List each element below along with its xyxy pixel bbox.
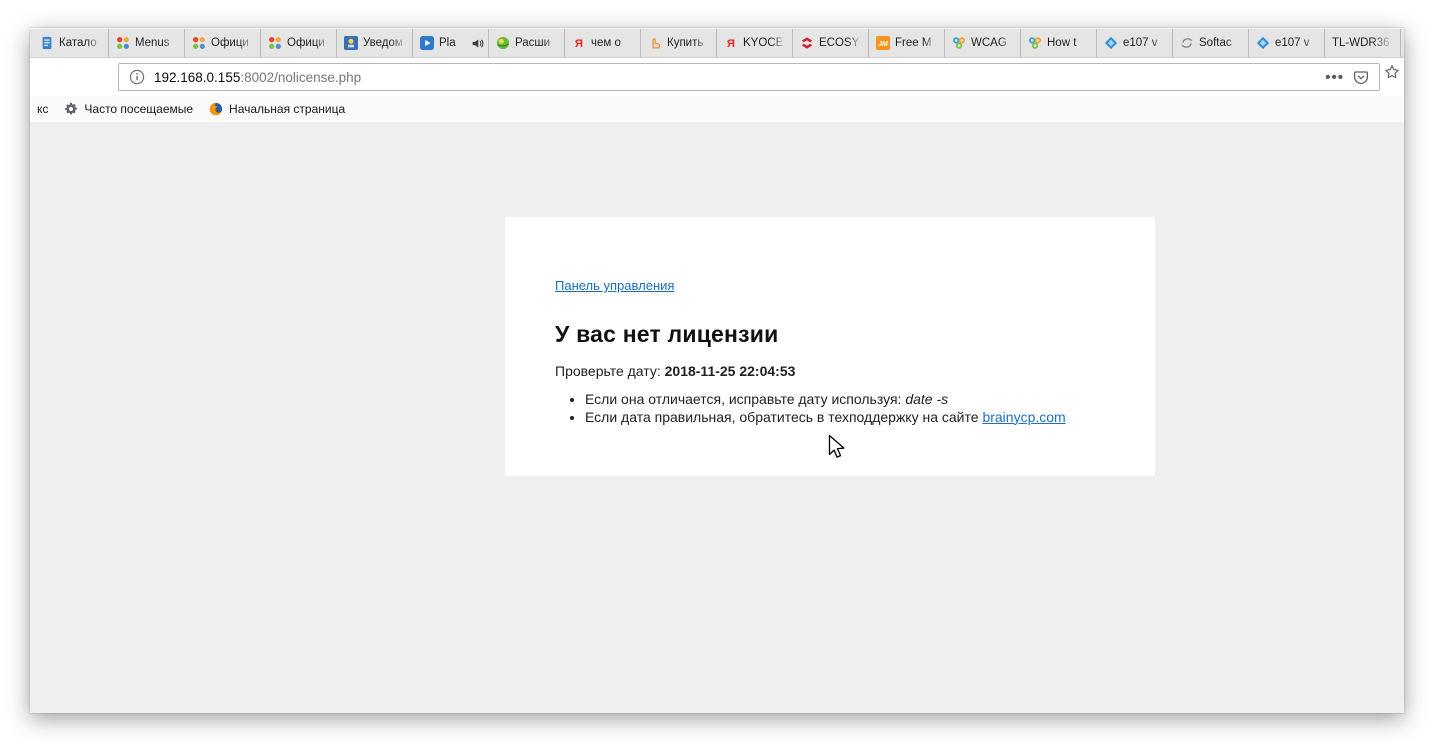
control-panel-link[interactable]: Панель управления: [555, 278, 674, 293]
url-path: :8002/nolicense.php: [240, 70, 361, 85]
softaculous-icon: [1180, 36, 1194, 50]
brainycp-link[interactable]: brainycp.com: [982, 409, 1065, 425]
tab-How t[interactable]: How t: [1021, 29, 1097, 57]
firefox-icon: [209, 102, 223, 116]
tab-label: Офици: [287, 37, 332, 49]
tab-label: TL-WDR36: [1332, 37, 1396, 49]
url-host: 192.168.0.155: [154, 70, 240, 85]
bookmarks-bar: кс Часто посещаемые Начальная страница: [30, 96, 1404, 122]
yandex-icon: Я: [724, 36, 738, 50]
joomla-icon: [116, 36, 130, 50]
page-actions-icon[interactable]: •••: [1325, 70, 1344, 85]
tab-label: Расши: [515, 37, 560, 49]
tab-label: Menus: [135, 37, 180, 49]
page-title: У вас нет лицензии: [555, 321, 1105, 348]
tab-label: WCAG: [971, 37, 1016, 49]
check-date-line: Проверьте дату: 2018-11-25 22:04:53: [555, 363, 1105, 379]
speaker-icon[interactable]: [471, 37, 484, 50]
tab-strip: Катало Menus Офици Офици Уведом Pla Расши Ячем …: [30, 28, 1404, 58]
page-viewport: Панель управления У вас нет лицензии Про…: [30, 122, 1404, 713]
player-icon: [420, 36, 434, 50]
notification-icon: [344, 36, 358, 50]
tab-Уведом[interactable]: Уведом: [337, 29, 413, 57]
svg-text:JM: JM: [878, 41, 888, 48]
tab-Купить[interactable]: Купить: [641, 29, 717, 57]
tab-label: чем о: [591, 37, 636, 49]
tab-label: Купить: [667, 37, 712, 49]
url-bar[interactable]: 192.168.0.155 :8002/nolicense.php •••: [118, 63, 1380, 91]
tab-label: Катало: [59, 37, 104, 49]
tab-Menus[interactable]: Menus: [109, 29, 185, 57]
svg-text:Я: Я: [575, 38, 583, 50]
e107-icon: [1104, 36, 1118, 50]
svg-text:Я: Я: [727, 38, 735, 50]
tab-label: Softac: [1199, 37, 1244, 49]
tab-Расши[interactable]: Расши: [489, 29, 565, 57]
date-value: 2018-11-25 22:04:53: [665, 363, 796, 379]
instructions-list: Если она отличается, исправьте дату испо…: [555, 391, 1105, 426]
tab-Pla[interactable]: Pla: [413, 29, 489, 57]
list-item: Если она отличается, исправьте дату испо…: [585, 391, 1105, 409]
tab-label: ECOSY: [819, 37, 864, 49]
tab-Free M[interactable]: JM Free M: [869, 29, 945, 57]
ecosys-icon: [800, 36, 814, 50]
tab-label: Офици: [211, 37, 256, 49]
tab-Офици[interactable]: Офици: [185, 29, 261, 57]
bookmark-item-most-visited[interactable]: Часто посещаемые: [59, 100, 198, 118]
tab-Офици[interactable]: Офици: [261, 29, 337, 57]
tab-TL-WDR36[interactable]: TL-WDR36: [1325, 29, 1401, 57]
tab-label: Free M: [895, 37, 940, 49]
joomla-icon: [268, 36, 282, 50]
browser-window: Катало Menus Офици Офици Уведом Pla Расши Ячем …: [30, 28, 1404, 713]
e107-icon: [1256, 36, 1270, 50]
date-command: date -s: [905, 391, 948, 407]
tab-label: How t: [1047, 37, 1092, 49]
globe-green-icon: [496, 36, 510, 50]
tab-e107 v[interactable]: e107 v: [1249, 29, 1325, 57]
tab-label: KYOCE: [743, 37, 788, 49]
tab-e107 v[interactable]: e107 v: [1097, 29, 1173, 57]
bookmark-star-icon[interactable]: [1384, 64, 1400, 80]
three-circles-icon: [952, 36, 966, 50]
joomla-monster-icon: JM: [876, 36, 890, 50]
tab-KYOCE[interactable]: Я KYOCE: [717, 29, 793, 57]
bookmark-item-truncated[interactable]: кс: [32, 100, 53, 118]
bookmark-item-home-page[interactable]: Начальная страница: [204, 100, 350, 118]
site-info-icon[interactable]: [129, 69, 145, 85]
tab-label: e107 v: [1275, 37, 1320, 49]
tab-WCAG[interactable]: WCAG: [945, 29, 1021, 57]
tab-label: e107 v: [1123, 37, 1168, 49]
list-item: Если дата правильная, обратитесь в техпо…: [585, 409, 1105, 427]
catalog-icon: [40, 36, 54, 50]
navigation-bar: 192.168.0.155 :8002/nolicense.php •••: [30, 58, 1404, 96]
tab-Softac[interactable]: Softac: [1173, 29, 1249, 57]
tab-label: Уведом: [363, 37, 408, 49]
tab-чем о[interactable]: Ячем о: [565, 29, 641, 57]
joomla-icon: [192, 36, 206, 50]
tab-ECOSY[interactable]: ECOSY: [793, 29, 869, 57]
hand-pointer-icon: [648, 36, 662, 50]
tab-label: Pla: [439, 37, 466, 49]
gear-icon: [64, 102, 78, 116]
tab-Катало[interactable]: Катало: [33, 29, 109, 57]
three-circles-icon: [1028, 36, 1042, 50]
pocket-icon[interactable]: [1353, 69, 1369, 85]
license-error-card: Панель управления У вас нет лицензии Про…: [505, 217, 1155, 476]
yandex-icon: Я: [572, 36, 586, 50]
